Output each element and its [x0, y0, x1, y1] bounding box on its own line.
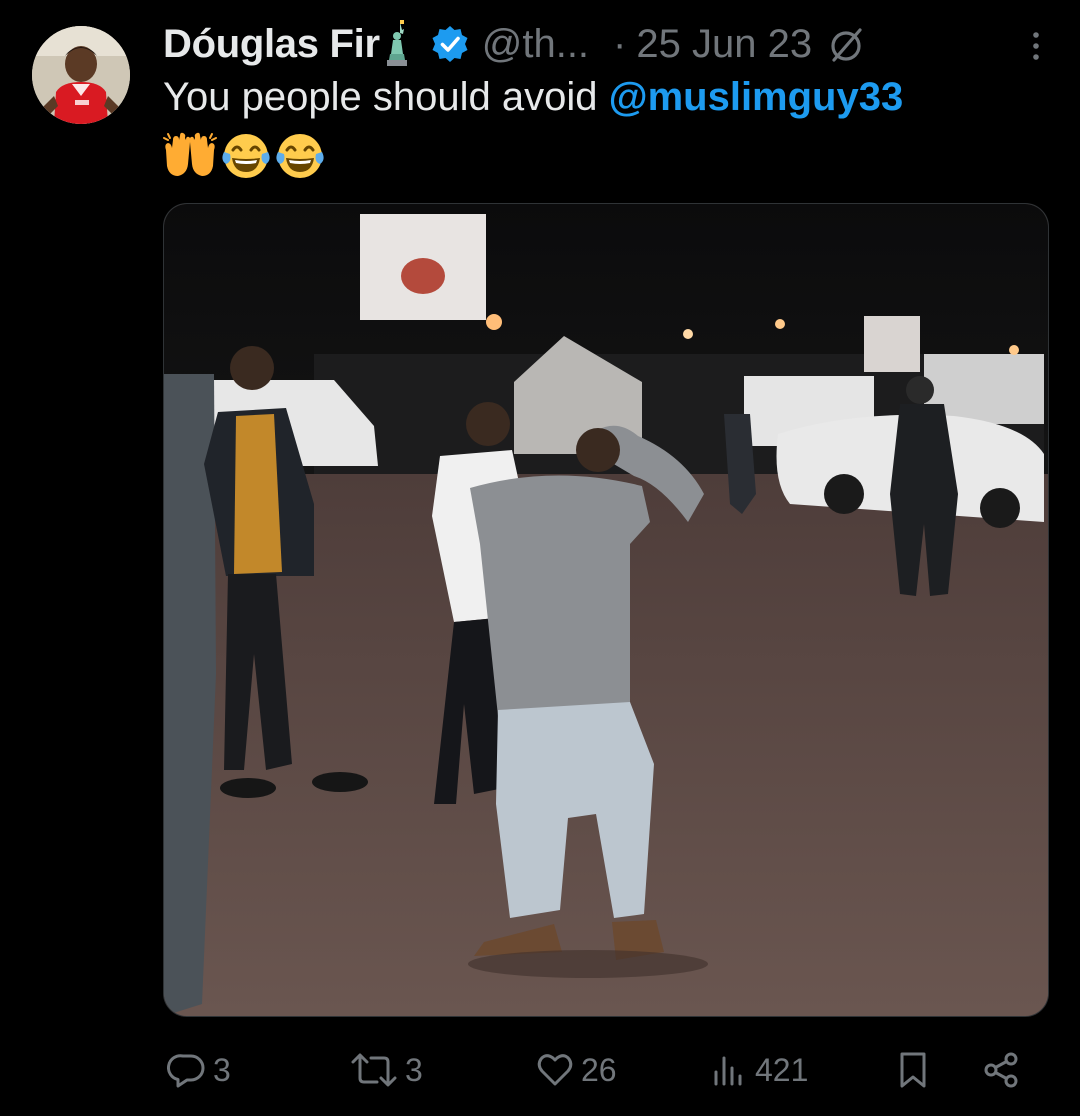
no-entry-icon	[831, 28, 862, 62]
tweet-media-photo[interactable]	[163, 203, 1049, 1017]
avatar-image	[32, 26, 130, 124]
repost-button[interactable]: 3	[349, 1040, 423, 1100]
views-button[interactable]: 421	[709, 1040, 808, 1100]
face-with-tears-of-joy-emoji	[222, 134, 270, 178]
bookmark-button[interactable]	[893, 1040, 933, 1100]
share-button[interactable]	[981, 1040, 1021, 1100]
tweet-text-body: You people should avoid	[163, 75, 609, 119]
view-count: 421	[755, 1051, 809, 1088]
face-with-tears-of-joy-emoji	[276, 134, 324, 178]
reply-icon	[167, 1054, 205, 1088]
reply-button[interactable]: 3	[167, 1040, 231, 1100]
tweet-action-bar: 3 3 26 421	[163, 1040, 1043, 1100]
share-icon	[984, 1052, 1018, 1088]
repost-icon	[351, 1053, 397, 1087]
like-count: 26	[581, 1051, 617, 1088]
reply-count: 3	[213, 1051, 231, 1088]
avatar[interactable]	[32, 26, 130, 124]
tweet-date[interactable]: 25 Jun 23	[636, 22, 812, 67]
verified-badge-icon	[432, 26, 468, 62]
photo-image	[164, 204, 1048, 1016]
tweet-text: You people should avoid @muslimguy33	[163, 68, 1063, 126]
bookmark-icon	[900, 1052, 926, 1088]
tweet-header: Dóuglas Fir @th... · 25 Jun 23	[163, 14, 1060, 74]
mention-link[interactable]: @muslimguy33	[609, 75, 904, 119]
heart-icon	[537, 1054, 573, 1086]
repost-count: 3	[405, 1051, 423, 1088]
more-icon[interactable]	[1028, 28, 1044, 64]
separator-dot: ·	[613, 21, 627, 66]
author-handle[interactable]: @th...	[482, 22, 589, 67]
statue-of-liberty-emoji	[386, 20, 407, 66]
emoji-row	[162, 128, 326, 184]
views-icon	[714, 1056, 742, 1086]
like-button[interactable]: 26	[535, 1040, 617, 1100]
display-name[interactable]: Dóuglas Fir	[163, 22, 380, 67]
raising-hands-emoji	[163, 132, 217, 176]
